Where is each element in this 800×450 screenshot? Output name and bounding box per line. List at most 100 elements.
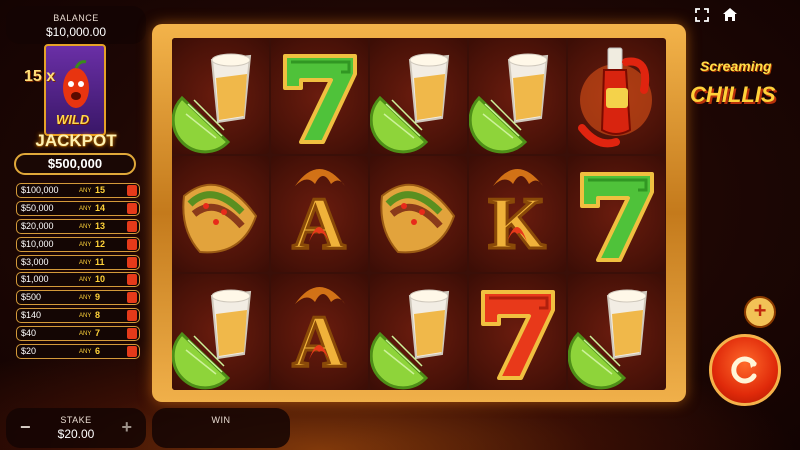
- tequila-lime-icon: [370, 53, 450, 154]
- green-seven-icon: [283, 54, 357, 144]
- reel-cell: [271, 38, 368, 154]
- chilli-chip-icon: [127, 310, 137, 322]
- prize-amount: $1,000: [21, 274, 49, 285]
- game-logo-line2: CHILLIS: [690, 82, 776, 107]
- prize-count: 14: [95, 202, 106, 213]
- chilli-chip-icon: [127, 328, 137, 340]
- jackpot-prize-row: $20,000 ANY 13: [16, 218, 140, 234]
- wild-label: WILD: [56, 112, 90, 127]
- stake-decrease-button[interactable]: −: [20, 418, 31, 436]
- chilli-chip-icon: [127, 292, 137, 304]
- taco-icon: [182, 183, 258, 254]
- tequila-lime-icon: [568, 289, 648, 390]
- prize-any-label: ANY: [79, 205, 92, 212]
- reel-grid: AA K: [172, 38, 666, 390]
- wild-multiplier: 15 x: [24, 68, 56, 85]
- prize-count: 15: [95, 185, 106, 195]
- win-display: WIN: [152, 408, 290, 448]
- prize-amount: $500: [21, 292, 42, 303]
- svg-text:K: K: [488, 183, 546, 265]
- prize-any-label: ANY: [79, 223, 92, 230]
- stake-control: − STAKE $20.00 +: [6, 408, 146, 448]
- chilli-character-icon: [63, 60, 89, 108]
- prize-any-label: ANY: [79, 349, 92, 356]
- reel-cell: [568, 274, 665, 390]
- jackpot-prize-row: $1,000 ANY 10: [16, 272, 140, 288]
- prize-any-label: ANY: [79, 188, 92, 194]
- bet-increase-button[interactable]: +: [744, 296, 776, 328]
- balance-display: BALANCE $10,000.00: [6, 6, 146, 44]
- chilli-chip-icon: [127, 202, 137, 214]
- green-seven-icon: [580, 172, 654, 262]
- prize-amount: $10,000: [21, 238, 54, 249]
- prize-amount: $100,000: [21, 185, 59, 195]
- prize-amount: $20: [21, 346, 37, 357]
- prize-amount: $140: [21, 310, 42, 321]
- chilli-chip-icon: [127, 346, 137, 358]
- reel-cell: [469, 38, 566, 154]
- prize-count: 10: [95, 274, 106, 285]
- tequila-lime-icon: [172, 289, 252, 390]
- jackpot-prize-row: $40 ANY 7: [16, 326, 140, 342]
- prize-any-label: ANY: [79, 313, 92, 320]
- prize-any-label: ANY: [79, 259, 92, 266]
- prize-any-label: ANY: [79, 331, 92, 338]
- reel-cell: [370, 274, 467, 390]
- jackpot-prize-row: $100,000 ANY 15: [16, 183, 140, 198]
- tequila-lime-icon: [469, 53, 549, 154]
- reel-cell: A: [271, 156, 368, 272]
- game-logo-line1: Screaming: [700, 58, 772, 74]
- prize-amount: $20,000: [21, 220, 54, 231]
- reel-cell: [172, 274, 269, 390]
- jackpot-prize-row: $50,000 ANY 14: [16, 200, 140, 216]
- prize-count: 12: [95, 238, 106, 249]
- prize-any-label: ANY: [79, 277, 92, 284]
- prize-count: 7: [95, 328, 101, 339]
- prize-count: 9: [95, 292, 101, 303]
- fullscreen-icon[interactable]: [693, 6, 711, 24]
- svg-text:A: A: [292, 301, 345, 383]
- jackpot-prize-list: $100,000 ANY 15 $50,000 ANY 14 $20,000 ANY 13 $10…: [16, 183, 140, 362]
- reel-cell: [370, 38, 467, 154]
- spin-button[interactable]: [709, 334, 781, 406]
- reel-cell: [370, 156, 467, 272]
- taco-icon: [380, 183, 456, 254]
- chilli-chip-icon: [127, 220, 137, 232]
- reel-cell: [172, 38, 269, 154]
- reel-cell: [568, 38, 665, 154]
- chilli-chip-icon: [127, 238, 137, 250]
- stake-increase-button[interactable]: +: [121, 418, 132, 436]
- gold-a-icon: A: [291, 287, 347, 385]
- chilli-chip-icon: [127, 256, 137, 268]
- reel-cell: [568, 156, 665, 272]
- prize-amount: $3,000: [21, 256, 49, 267]
- prize-count: 6: [95, 346, 101, 357]
- jackpot-prize-row: $3,000 ANY 11: [16, 254, 140, 270]
- prize-amount: $40: [21, 328, 37, 339]
- gold-a-icon: A: [291, 169, 347, 267]
- red-seven-icon: [481, 290, 555, 380]
- balance-label: BALANCE: [53, 13, 99, 23]
- home-icon[interactable]: [721, 6, 739, 24]
- jackpot-prize-row: $140 ANY 8: [16, 308, 140, 324]
- jackpot-prize-row: $20 ANY 6: [16, 344, 140, 360]
- prize-count: 11: [95, 256, 105, 267]
- balance-value: $10,000.00: [45, 25, 107, 39]
- tequila-lime-icon: [370, 289, 450, 390]
- reel-frame: AA K: [152, 24, 686, 402]
- prize-any-label: ANY: [79, 295, 92, 302]
- jackpot-prize-row: $10,000 ANY 12: [16, 236, 140, 252]
- chilli-chip-icon: [127, 274, 137, 286]
- chilli-chip-icon: [127, 185, 137, 196]
- hot-sauce-icon: [578, 47, 652, 148]
- reel-cell: [172, 156, 269, 272]
- prize-any-label: ANY: [79, 241, 92, 248]
- spin-icon: [731, 356, 757, 384]
- reel-cell: [469, 274, 566, 390]
- win-label: WIN: [211, 415, 231, 425]
- prize-count: 13: [95, 220, 106, 231]
- gold-k-icon: K: [487, 169, 547, 267]
- prize-amount: $50,000: [21, 202, 54, 213]
- svg-text:A: A: [292, 183, 345, 265]
- jackpot-amount: $500,000: [14, 153, 136, 175]
